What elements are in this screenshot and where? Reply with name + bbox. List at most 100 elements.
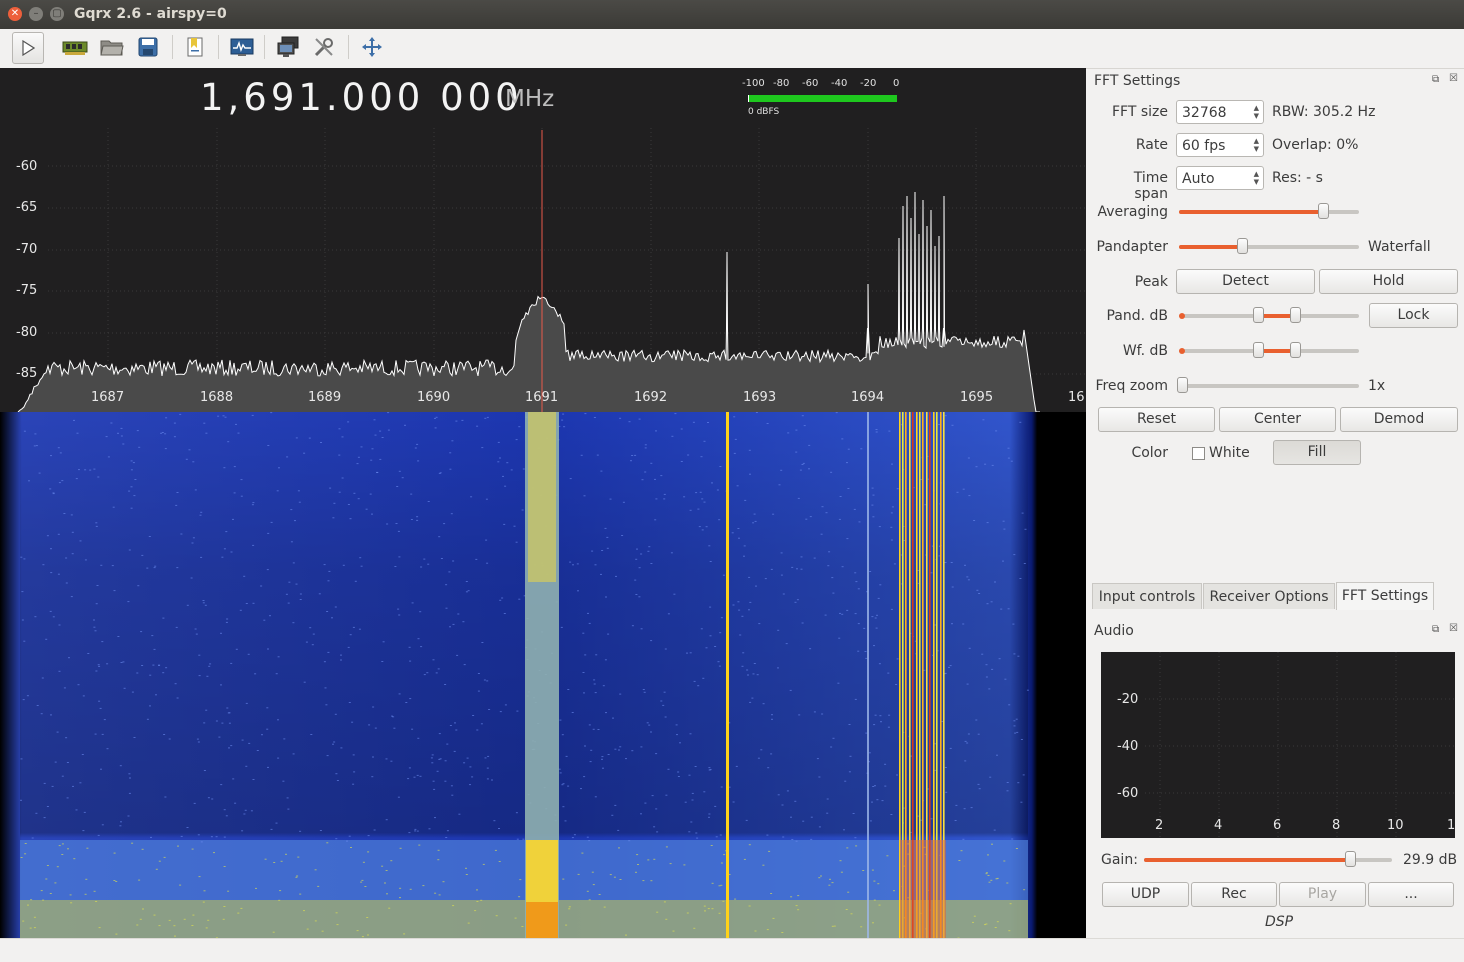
fill-button[interactable]: Fill — [1273, 440, 1361, 465]
tools-button[interactable] — [309, 32, 339, 62]
slider-handle[interactable] — [1253, 307, 1264, 323]
tab-receiver-options[interactable]: Receiver Options — [1203, 583, 1335, 609]
noise-dot — [1016, 731, 1019, 733]
noise-dot — [564, 820, 567, 822]
slider-handle[interactable] — [1177, 377, 1188, 393]
noise-dot — [962, 838, 965, 840]
white-checkbox-label[interactable]: White — [1209, 445, 1250, 461]
noise-dot — [115, 881, 118, 882]
minimize-window-icon[interactable]: – — [29, 7, 43, 21]
noise-dot — [565, 924, 568, 926]
play-audio-button[interactable]: Play — [1279, 882, 1366, 907]
noise-dot — [72, 785, 74, 787]
waterfall-plot[interactable] — [0, 412, 1086, 938]
fft-size-select[interactable]: 32768 ▲ ▼ — [1176, 100, 1264, 124]
noise-dot — [719, 632, 722, 634]
dock-close-icon[interactable]: ☒ — [1449, 623, 1458, 634]
rec-button[interactable]: Rec — [1191, 882, 1277, 907]
noise-dot — [593, 417, 596, 418]
noise-dot — [583, 776, 586, 778]
remote-control-button[interactable] — [273, 32, 303, 62]
maximize-window-icon[interactable]: ▢ — [50, 7, 64, 21]
noise-dot — [584, 654, 587, 656]
status-bar — [0, 938, 1464, 962]
noise-dot — [101, 733, 104, 735]
noise-dot — [426, 672, 429, 674]
frequency-display[interactable]: 1,691.000 000 — [200, 76, 523, 119]
audio-gain-slider[interactable] — [1144, 851, 1392, 867]
center-button[interactable]: Center — [1219, 407, 1336, 432]
pandapter[interactable]: 1,691.000 000 MHz -100 -80 -60 -40 -20 0… — [0, 68, 1086, 412]
peak-hold-button[interactable]: Hold — [1319, 269, 1458, 294]
slider-handle[interactable] — [1344, 851, 1356, 867]
white-checkbox[interactable] — [1192, 447, 1205, 460]
noise-dot — [477, 690, 480, 692]
noise-dot — [862, 870, 865, 871]
noise-dot — [829, 878, 831, 880]
noise-dot — [223, 548, 226, 550]
dx-cluster-button[interactable] — [227, 32, 257, 62]
audio-options-button[interactable]: ... — [1368, 882, 1454, 907]
noise-dot — [220, 784, 223, 786]
dock-float-icon[interactable]: ⧉ — [1432, 74, 1439, 85]
fullscreen-button[interactable] — [357, 32, 387, 62]
slider-handle[interactable] — [1237, 238, 1248, 254]
audio-fft-plot[interactable]: -20 -40 -60 2 4 6 8 10 1 — [1101, 652, 1455, 838]
noise-dot — [967, 579, 970, 581]
tab-input-controls[interactable]: Input controls — [1092, 583, 1202, 609]
slider-handle[interactable] — [1290, 342, 1301, 358]
noise-dot — [602, 685, 605, 687]
noise-dot — [451, 794, 454, 796]
noise-dot — [158, 925, 161, 927]
pandapter-waterfall-slider[interactable] — [1179, 238, 1359, 254]
noise-dot — [690, 821, 693, 823]
reset-button[interactable]: Reset — [1098, 407, 1215, 432]
y-tick-label: -85 — [16, 366, 38, 381]
noise-dot — [988, 881, 991, 883]
noise-dot — [223, 906, 226, 907]
wf-db-range-slider[interactable] — [1179, 342, 1359, 358]
plot-area[interactable]: 1,691.000 000 MHz -100 -80 -60 -40 -20 0… — [0, 68, 1086, 938]
noise-dot — [766, 929, 769, 931]
pand-db-range-slider[interactable] — [1179, 307, 1359, 323]
waterfall[interactable] — [0, 412, 1086, 938]
averaging-slider[interactable] — [1179, 203, 1359, 219]
noise-dot — [113, 590, 116, 592]
peak-detect-button[interactable]: Detect — [1176, 269, 1315, 294]
noise-dot — [841, 613, 844, 615]
noise-dot — [647, 859, 650, 861]
noise-dot — [299, 599, 302, 600]
noise-dot — [401, 477, 404, 479]
noise-dot — [830, 471, 833, 473]
noise-dot — [463, 762, 466, 764]
noise-dot — [863, 627, 866, 629]
noise-dot — [781, 804, 784, 806]
spectrum-plot[interactable] — [0, 68, 1086, 412]
slider-handle[interactable] — [1318, 203, 1329, 219]
slider-handle[interactable] — [1290, 307, 1301, 323]
timespan-select[interactable]: Auto ▲ ▼ — [1176, 166, 1264, 190]
close-window-icon[interactable]: ✕ — [8, 7, 22, 21]
dock-float-icon[interactable]: ⧉ — [1432, 624, 1439, 635]
slider-handle[interactable] — [1253, 342, 1264, 358]
rate-value: 60 fps — [1182, 138, 1226, 154]
rate-select[interactable]: 60 fps ▲ ▼ — [1176, 133, 1264, 157]
noise-dot — [35, 812, 38, 814]
noise-dot — [710, 845, 713, 846]
toolbar-separator — [264, 35, 265, 59]
noise-dot — [245, 765, 248, 767]
play-button[interactable] — [12, 32, 44, 64]
freq-zoom-slider[interactable] — [1177, 377, 1359, 393]
lock-button[interactable]: Lock — [1369, 303, 1458, 328]
udp-button[interactable]: UDP — [1102, 882, 1189, 907]
tab-fft-settings[interactable]: FFT Settings — [1336, 582, 1434, 610]
open-settings-button[interactable] — [97, 32, 127, 62]
noise-dot — [140, 631, 143, 633]
demod-button[interactable]: Demod — [1340, 407, 1458, 432]
dock-close-icon[interactable]: ☒ — [1449, 73, 1458, 84]
noise-dot — [621, 535, 624, 536]
io-devices-button[interactable] — [60, 32, 90, 62]
bookmark-button[interactable] — [180, 32, 210, 62]
save-settings-button[interactable] — [133, 32, 163, 62]
noise-dot — [446, 743, 449, 745]
